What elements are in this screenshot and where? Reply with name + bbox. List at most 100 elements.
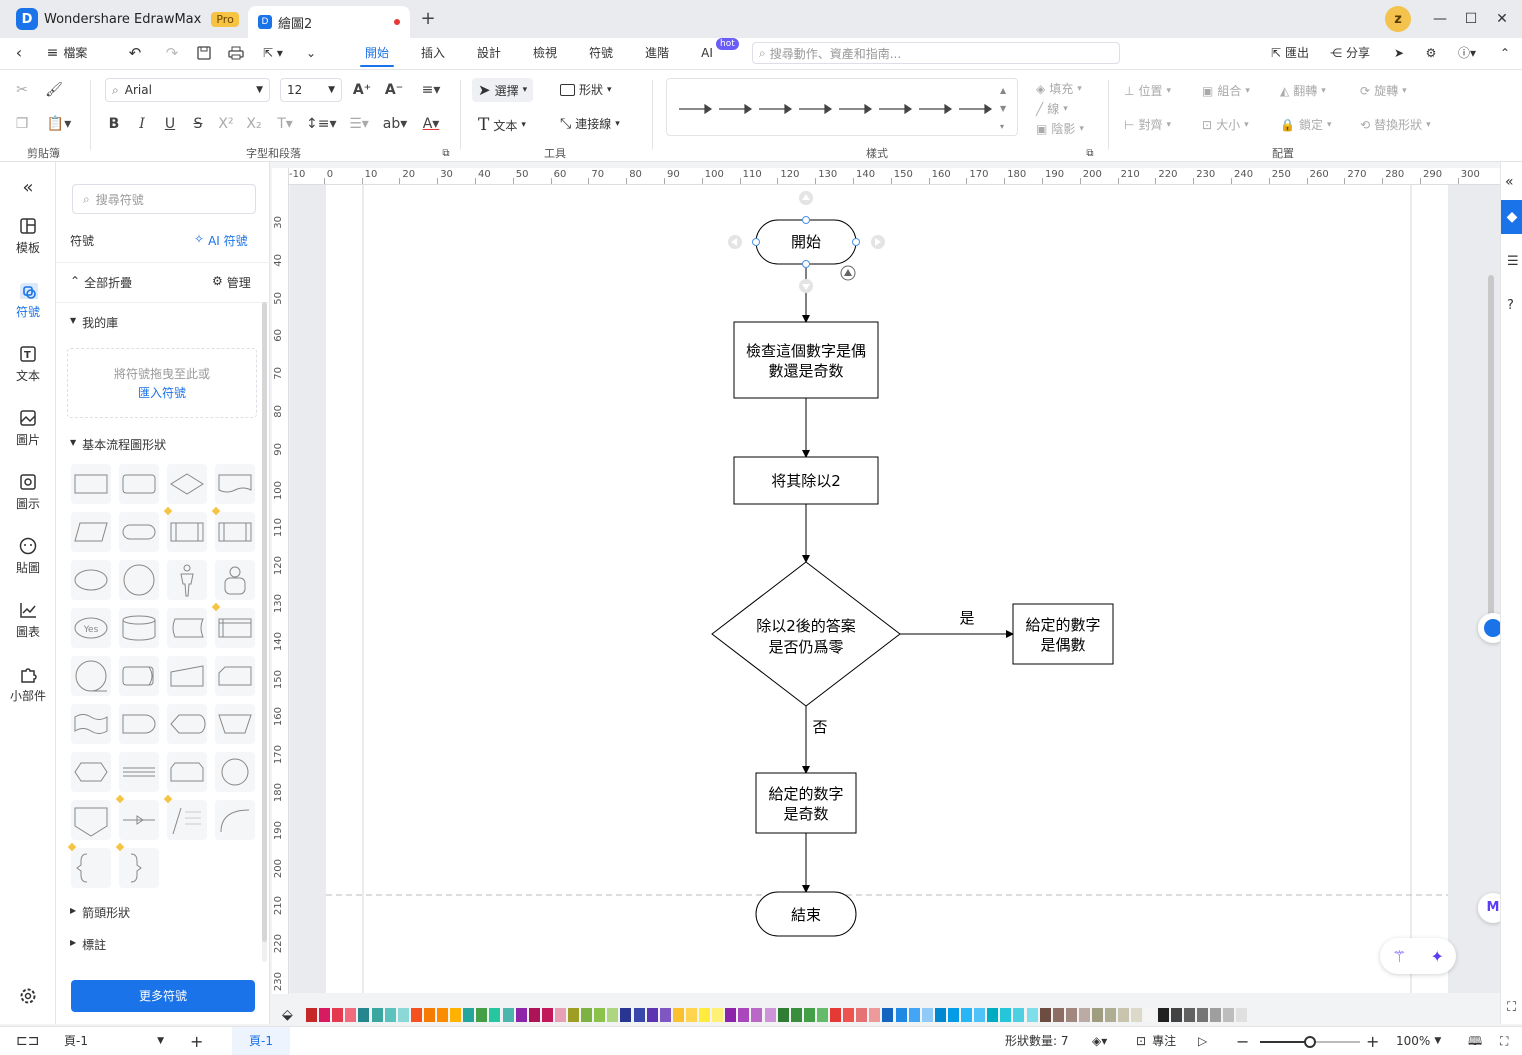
color-swatch[interactable] [882,1008,894,1022]
color-swatch[interactable] [568,1008,579,1022]
color-swatch[interactable] [1026,1008,1038,1022]
flowchart-shape-item[interactable] [211,602,255,648]
play-icon[interactable]: ▷ [1198,1027,1207,1055]
flowchart-shape-item[interactable] [167,608,207,648]
active-page-tab[interactable]: 頁-1 [232,1027,290,1055]
color-swatch[interactable] [869,1008,881,1022]
redo-icon[interactable]: ↷ [160,38,184,68]
color-swatch[interactable] [777,1008,789,1022]
app-title[interactable]: D Wondershare EdrawMax Pro [16,8,239,30]
nav-icons[interactable]: 圖示 [0,464,56,520]
tab-home[interactable]: 開始 [356,38,398,68]
magic-wand-icon[interactable]: ⚚ [1392,947,1406,966]
manage-button[interactable]: ⚙ 管理 [212,274,251,291]
vertical-scrollbar[interactable] [1488,275,1494,635]
undo-icon[interactable]: ↶ [118,38,152,68]
flowchart-shape-item[interactable] [71,800,111,840]
color-swatch[interactable] [450,1008,462,1022]
start-terminator[interactable]: 開始 [755,219,857,265]
properties-panel-icon[interactable]: ☰ [1507,254,1519,269]
flowchart-shape-item[interactable] [215,560,255,600]
fill-button[interactable]: ◈ 填充 ▾ [1036,80,1082,97]
color-swatch[interactable] [1013,1008,1025,1022]
nav-text[interactable]: T 文本 [0,336,56,392]
color-swatch[interactable] [594,1008,606,1022]
color-swatch[interactable] [987,1008,999,1022]
nav-widgets[interactable]: 小部件 [0,656,56,712]
search-input[interactable]: ⌕ 搜尋動作、資產和指南... [752,42,1120,64]
flowchart-shape-item[interactable] [215,800,255,840]
color-swatch[interactable] [856,1008,868,1022]
flowchart-shape-item[interactable] [119,464,159,504]
connector-tool[interactable]: ⤡ 連接線 ▾ [560,115,620,132]
flowchart-shape-item[interactable] [215,464,255,504]
align-button[interactable]: ⊢ 對齊 ▾ [1124,116,1171,133]
tab-design[interactable]: 設計 [468,38,510,68]
send-icon[interactable]: ➤ [1388,38,1410,68]
odd-result-process[interactable]: 給定的数字 是奇数 [755,772,857,834]
font-family-select[interactable]: ⌕ Arial ▼ [105,78,270,102]
color-swatch[interactable] [672,1008,684,1022]
settings-gear-icon[interactable]: ⚙ [1420,38,1442,68]
italic-icon[interactable]: I [132,114,152,134]
paste-icon[interactable]: 📋▾ [44,114,74,134]
share-out-icon[interactable]: ⇱ ▾ [256,38,290,68]
color-swatch[interactable] [947,1008,959,1022]
document-tab[interactable]: D 繪圖2 [248,6,410,38]
color-swatch[interactable] [528,1008,540,1022]
import-symbols-link[interactable]: 匯入符號 [68,384,256,403]
copy-icon[interactable]: ❐ [12,114,32,134]
font-color-icon[interactable]: A▾ [416,114,446,134]
file-menu[interactable]: ≡ 檔案 [40,38,94,68]
drawing-page[interactable]: 開始 檢查這個數字是偶 數還是奇数 将其除以2 除以2後的答案 是否仍爲零 是 … [326,185,1448,993]
page-panel-icon[interactable]: ⊏⊐ [16,1027,39,1055]
align-text-icon[interactable]: ≡▾ [416,80,446,100]
text-case-icon[interactable]: ab▾ [380,114,410,134]
color-swatch[interactable] [790,1008,802,1022]
zoom-in-button[interactable]: + [1366,1027,1379,1055]
nav-templates[interactable]: 模板 [0,208,56,264]
color-swatch[interactable] [659,1008,671,1022]
expand-right-panel-icon[interactable]: « [1505,174,1514,190]
canvas-area[interactable]: 開始 檢查這個數字是偶 數還是奇数 将其除以2 除以2後的答案 是否仍爲零 是 … [290,185,1500,993]
maximize-button[interactable]: ☐ [1459,8,1483,30]
size-button[interactable]: ⊡ 大小 ▾ [1202,116,1249,133]
tab-advanced[interactable]: 進階 [636,38,678,68]
library-drop-zone[interactable]: 將符號拖曳至此或 匯入符號 [67,348,257,418]
my-library-section[interactable]: ▼ 我的庫 [70,314,118,331]
page-selector[interactable]: 頁-1 ▼ [64,1027,164,1055]
avatar[interactable]: z [1385,6,1411,32]
font-dialog-launcher-icon[interactable]: ⧉ [436,144,456,164]
color-swatch[interactable] [646,1008,658,1022]
shape-tool[interactable]: 形狀 ▾ [560,81,612,98]
color-swatch[interactable] [1039,1008,1051,1022]
line-spacing-icon[interactable]: ↕≡▾ [306,114,337,134]
color-swatch[interactable] [921,1008,933,1022]
color-swatch[interactable] [502,1008,514,1022]
style-panel-icon[interactable]: ◆ [1501,200,1522,234]
color-swatch[interactable] [751,1008,763,1022]
strikethrough-icon[interactable]: S [188,114,208,134]
arrow-shapes-section[interactable]: ▶ 箭頭形狀 [70,904,130,921]
decision-diamond[interactable]: 除以2後的答案 是否仍爲零 [711,561,901,707]
select-tool[interactable]: ➤ 選擇 ▾ [472,78,534,102]
nav-symbols[interactable]: 符號 [0,272,56,328]
fit-page-icon[interactable]: ⛶ [1500,1027,1508,1055]
color-swatch[interactable] [908,1008,920,1022]
print-icon[interactable] [224,38,248,68]
help-icon[interactable]: ⓘ▾ [1452,38,1482,68]
zoom-slider[interactable] [1260,1036,1360,1048]
color-swatch[interactable] [934,1008,946,1022]
color-swatch[interactable] [1157,1008,1169,1022]
back-icon[interactable]: ‹ [8,38,30,68]
basic-flowchart-section[interactable]: ▼ 基本流程圖形狀 [70,436,166,453]
color-swatch[interactable] [895,1008,907,1022]
flowchart-shape-item[interactable] [167,704,207,744]
color-swatch[interactable] [725,1008,737,1022]
color-swatch[interactable] [1000,1008,1012,1022]
flowchart-shape-item[interactable] [71,464,111,504]
flowchart-shape-item[interactable] [167,656,207,696]
flowchart-shape-item[interactable] [119,512,159,552]
flowchart-shape-item[interactable] [215,656,255,696]
color-swatch[interactable] [843,1008,855,1022]
